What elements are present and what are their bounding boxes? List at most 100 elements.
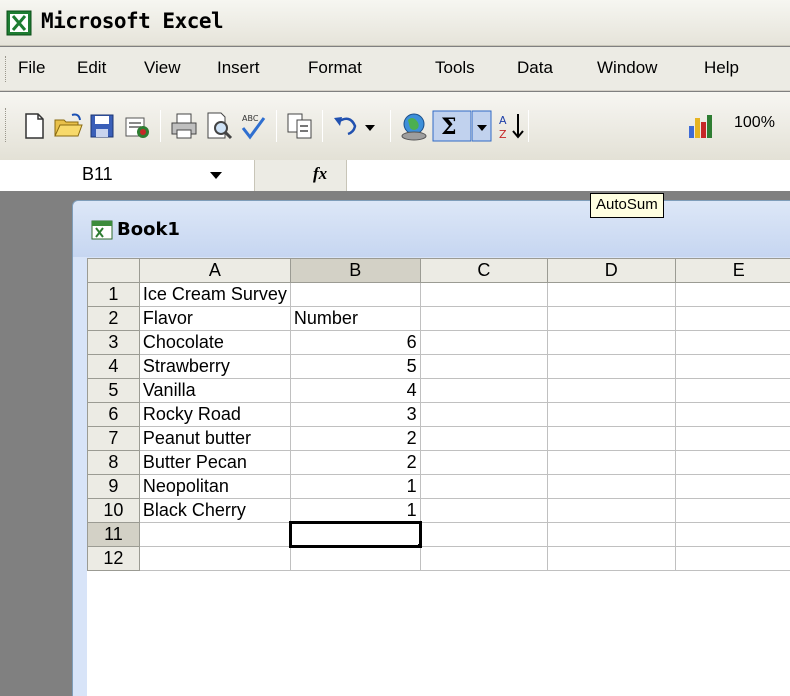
menu-grip[interactable] — [5, 56, 8, 82]
cell-a2[interactable]: Flavor — [138, 306, 291, 331]
cell-e3[interactable] — [674, 330, 790, 355]
column-header-e[interactable]: E — [674, 258, 790, 283]
row-header[interactable]: 2 — [87, 306, 140, 331]
cell-b1[interactable] — [289, 282, 421, 307]
cell-d2[interactable] — [547, 306, 676, 331]
row-header[interactable]: 10 — [87, 498, 140, 523]
menu-window[interactable]: Window — [597, 58, 657, 78]
zoom-box[interactable]: 100% — [734, 114, 775, 132]
hyperlink-icon[interactable] — [398, 110, 430, 142]
cell-b2[interactable]: Number — [289, 306, 421, 331]
fill-handle[interactable] — [416, 543, 418, 544]
menu-edit[interactable]: Edit — [77, 58, 106, 78]
cell-c10[interactable] — [419, 498, 549, 523]
toolbar-grip[interactable] — [5, 108, 8, 142]
cell-e9[interactable] — [674, 474, 790, 499]
cell-c6[interactable] — [419, 402, 549, 427]
menu-view[interactable]: View — [144, 58, 181, 78]
menu-tools[interactable]: Tools — [435, 58, 475, 78]
open-icon[interactable] — [52, 110, 84, 142]
cell-c5[interactable] — [419, 378, 549, 403]
column-header-c[interactable]: C — [419, 258, 549, 283]
cell-c12[interactable] — [419, 546, 549, 571]
cell-a5[interactable]: Vanilla — [138, 378, 291, 403]
cell-d4[interactable] — [547, 354, 676, 379]
cell-e10[interactable] — [674, 498, 790, 523]
chart-wizard-icon[interactable] — [684, 110, 716, 142]
cell-c11[interactable] — [419, 522, 549, 547]
spelling-icon[interactable]: ABC — [237, 110, 269, 142]
formula-input[interactable] — [346, 160, 790, 191]
column-header-a[interactable]: A — [138, 258, 291, 283]
cell-e6[interactable] — [674, 402, 790, 427]
row-header[interactable]: 6 — [87, 402, 140, 427]
menu-file[interactable]: File — [18, 58, 45, 78]
row-header[interactable]: 4 — [87, 354, 140, 379]
cell-a6[interactable]: Rocky Road — [138, 402, 291, 427]
cell-b12[interactable] — [289, 546, 421, 571]
undo-icon[interactable] — [330, 110, 362, 142]
cell-b9[interactable]: 1 — [289, 474, 421, 499]
print-icon[interactable] — [168, 110, 200, 142]
cell-c3[interactable] — [419, 330, 549, 355]
cell-d11[interactable] — [547, 522, 676, 547]
cell-e8[interactable] — [674, 450, 790, 475]
cell-d1[interactable] — [547, 282, 676, 307]
permission-icon[interactable] — [121, 110, 153, 142]
row-header[interactable]: 1 — [87, 282, 140, 307]
cell-b3[interactable]: 6 — [289, 330, 421, 355]
cell-c8[interactable] — [419, 450, 549, 475]
active-cell-b11[interactable] — [288, 521, 422, 548]
undo-dropdown-icon[interactable] — [360, 110, 380, 142]
cell-b6[interactable]: 3 — [289, 402, 421, 427]
cell-e12[interactable] — [674, 546, 790, 571]
menu-insert[interactable]: Insert — [217, 58, 260, 78]
cell-b10[interactable]: 1 — [289, 498, 421, 523]
cell-a11[interactable] — [138, 522, 291, 547]
cell-e2[interactable] — [674, 306, 790, 331]
menu-format[interactable]: Format — [308, 58, 362, 78]
cell-c4[interactable] — [419, 354, 549, 379]
cell-a3[interactable]: Chocolate — [138, 330, 291, 355]
cell-a8[interactable]: Butter Pecan — [138, 450, 291, 475]
select-all-corner[interactable] — [87, 258, 140, 283]
cell-d12[interactable] — [547, 546, 676, 571]
row-header[interactable]: 8 — [87, 450, 140, 475]
cell-d10[interactable] — [547, 498, 676, 523]
menu-data[interactable]: Data — [517, 58, 553, 78]
cell-e7[interactable] — [674, 426, 790, 451]
cell-c1[interactable] — [419, 282, 549, 307]
autosum-dropdown-icon[interactable] — [472, 110, 492, 142]
cell-a4[interactable]: Strawberry — [138, 354, 291, 379]
new-icon[interactable] — [18, 110, 50, 142]
cell-a10[interactable]: Black Cherry — [138, 498, 291, 523]
cell-d6[interactable] — [547, 402, 676, 427]
cell-a12[interactable] — [138, 546, 291, 571]
cell-c9[interactable] — [419, 474, 549, 499]
cell-e5[interactable] — [674, 378, 790, 403]
cell-b5[interactable]: 4 — [289, 378, 421, 403]
workbook-icon[interactable] — [91, 220, 113, 240]
cell-a1[interactable]: Ice Cream Survey — [138, 282, 291, 307]
cell-b7[interactable]: 2 — [289, 426, 421, 451]
cell-d5[interactable] — [547, 378, 676, 403]
cell-c7[interactable] — [419, 426, 549, 451]
save-icon[interactable] — [86, 110, 118, 142]
copy-icon[interactable] — [284, 110, 316, 142]
print-preview-icon[interactable] — [203, 110, 235, 142]
cell-b8[interactable]: 2 — [289, 450, 421, 475]
cell-d7[interactable] — [547, 426, 676, 451]
workbook-title-bar[interactable]: Book1 — [73, 201, 790, 257]
column-header-b[interactable]: B — [289, 258, 421, 283]
cell-e1[interactable] — [674, 282, 790, 307]
column-header-d[interactable]: D — [547, 258, 676, 283]
row-header[interactable]: 12 — [87, 546, 140, 571]
cell-a9[interactable]: Neopolitan — [138, 474, 291, 499]
cell-e4[interactable] — [674, 354, 790, 379]
sort-ascending-icon[interactable]: AZ — [496, 110, 528, 142]
cell-b4[interactable]: 5 — [289, 354, 421, 379]
cell-c2[interactable] — [419, 306, 549, 331]
cell-d3[interactable] — [547, 330, 676, 355]
autosum-icon[interactable]: Σ — [432, 110, 472, 142]
row-header[interactable]: 7 — [87, 426, 140, 451]
